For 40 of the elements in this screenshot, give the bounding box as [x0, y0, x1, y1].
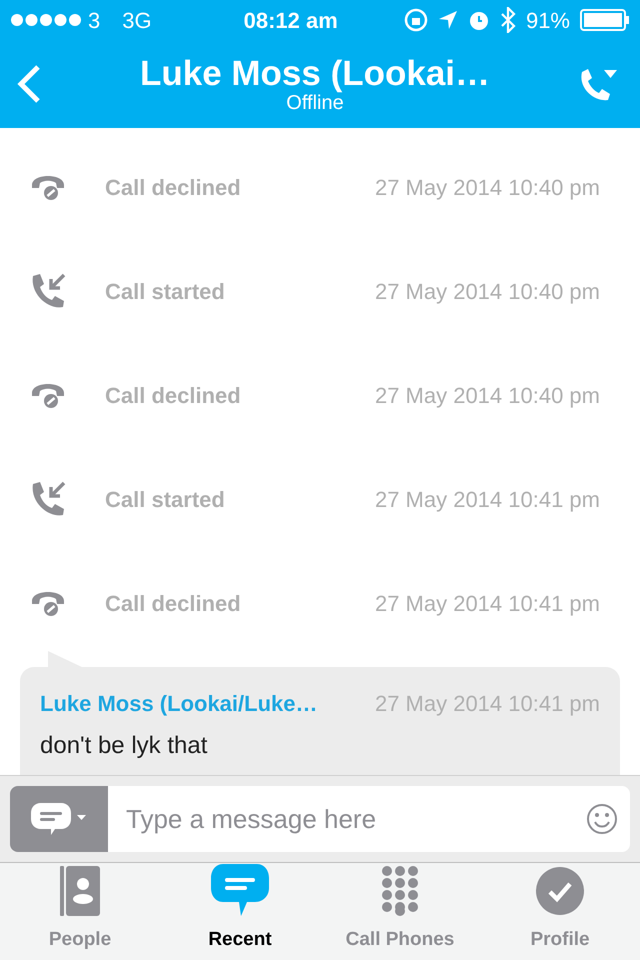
bluetooth-icon [500, 7, 516, 33]
message-sender: Luke Moss (Lookai/Luke… [40, 690, 318, 718]
tab-item[interactable]: Profile [480, 863, 640, 960]
profile-check-icon [535, 866, 585, 916]
call-event-label: Call started [105, 278, 225, 306]
tab-item[interactable]: People [0, 863, 160, 960]
signal-dots-icon [10, 13, 82, 27]
incoming-call-icon [30, 272, 66, 310]
tab-item[interactable]: Call Phones [320, 863, 480, 960]
tab-item[interactable]: Recent [160, 863, 320, 960]
message-field[interactable]: Type a message here [108, 786, 630, 852]
message-input[interactable]: Type a message here [126, 800, 586, 838]
message-type-button[interactable] [10, 786, 108, 852]
contact-status: Offline [286, 92, 344, 112]
call-event-label: Call declined [105, 590, 241, 618]
call-event-label: Call started [105, 486, 225, 514]
call-event-label: Call declined [105, 174, 241, 202]
phone-dropdown-icon [579, 66, 619, 102]
message-text: don't be lyk that [40, 731, 208, 761]
back-chevron-icon [16, 64, 42, 104]
call-event-label: Call declined [105, 382, 241, 410]
battery-percent: 91% [526, 6, 570, 34]
message-time: 27 May 2014 10:41 pm [374, 690, 600, 718]
chat-bubble-dropdown-icon [31, 803, 87, 835]
call-event-time: 27 May 2014 10:41 pm [374, 486, 600, 514]
dialpad-icon [380, 866, 420, 916]
contacts-book-icon [60, 866, 100, 916]
carrier-name: 3 [88, 6, 100, 34]
clock-time: 08:12 am [244, 6, 338, 34]
location-arrow-icon [438, 10, 458, 30]
smiley-icon[interactable] [586, 803, 618, 835]
call-event-time: 27 May 2014 10:40 pm [374, 382, 600, 410]
contact-name: Luke Moss (Lookai… [140, 56, 490, 90]
alarm-clock-icon [468, 9, 490, 31]
call-event-time: 27 May 2014 10:40 pm [374, 174, 600, 202]
call-event-time: 27 May 2014 10:40 pm [374, 278, 600, 306]
network-type: 3G [122, 6, 152, 34]
incoming-call-icon [30, 480, 66, 518]
call-event-time: 27 May 2014 10:41 pm [374, 590, 600, 618]
battery-icon [580, 9, 630, 31]
